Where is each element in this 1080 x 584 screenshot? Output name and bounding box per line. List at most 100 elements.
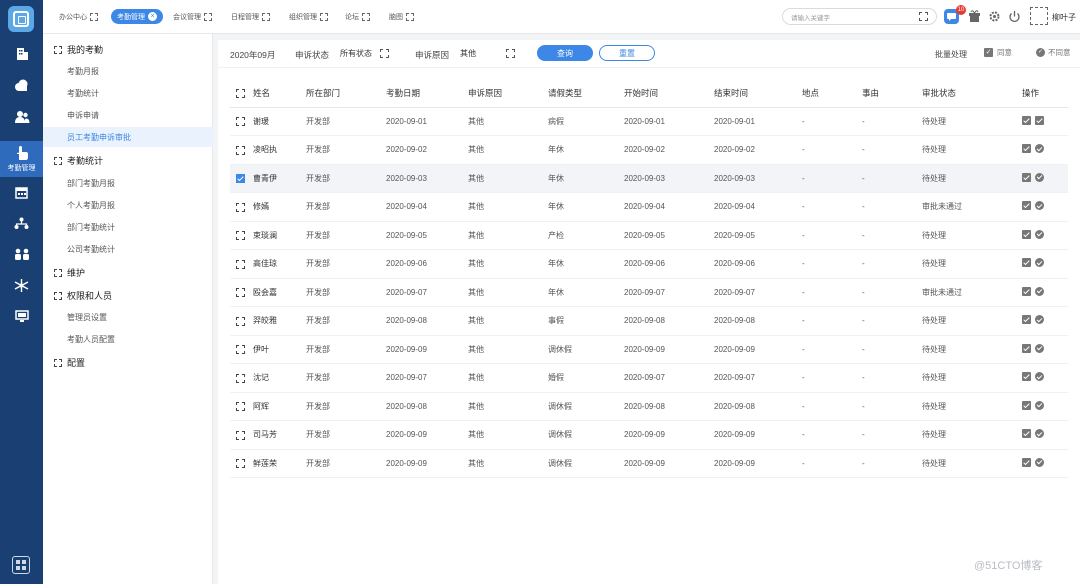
table-row[interactable]: 伊叶 开发部 2020-09-09 其他 调休假 2020-09-09 2020-09-09…	[230, 335, 1068, 364]
status-select[interactable]: 所有状态	[340, 46, 389, 61]
reject-circle-icon[interactable]	[1035, 400, 1044, 410]
batch-agree-button[interactable]: ✓ 同意	[984, 47, 1012, 58]
table-row[interactable]: 束琰澜 开发部 2020-09-05 其他 产检 2020-09-05 2020-09-05…	[230, 221, 1068, 250]
row-checkbox[interactable]	[236, 145, 245, 155]
month-picker[interactable]: 2020年09月	[230, 49, 275, 61]
approve-icon[interactable]	[1022, 115, 1031, 125]
network-icon[interactable]	[0, 270, 43, 300]
approve-icon[interactable]	[1022, 144, 1031, 154]
approve-icon[interactable]	[1022, 229, 1031, 239]
avatar[interactable]	[1030, 7, 1048, 25]
query-button[interactable]: 查询	[537, 45, 593, 61]
tab-office[interactable]: 办公中心	[53, 9, 104, 24]
search-input[interactable]: 请输入关键字	[782, 8, 937, 25]
reject-circle-icon[interactable]	[1035, 258, 1044, 268]
username[interactable]: 柳叶子	[1052, 12, 1076, 23]
sidebar-item-admin-settings[interactable]: 管理员设置	[43, 307, 213, 327]
sidebar-item-dept-stats[interactable]: 部门考勤统计	[43, 217, 213, 237]
approve-icon[interactable]	[1022, 457, 1031, 467]
building-icon[interactable]	[0, 39, 43, 69]
tab-mindmap[interactable]: 脑图	[383, 9, 420, 24]
row-checkbox[interactable]	[236, 373, 245, 383]
approve-check-icon[interactable]	[1035, 115, 1044, 125]
reject-circle-icon[interactable]	[1035, 286, 1044, 296]
approve-icon[interactable]	[1022, 201, 1031, 211]
close-icon[interactable]: ×	[148, 12, 157, 21]
table-row[interactable]: 凌昭执 开发部 2020-09-02 其他 年休 2020-09-02 2020-09-02…	[230, 135, 1068, 165]
row-checkbox[interactable]	[236, 316, 245, 326]
row-checkbox[interactable]	[236, 402, 245, 412]
sidebar-item-appeal-approval[interactable]: 员工考勤申诉审批	[43, 127, 213, 147]
row-checkbox[interactable]	[236, 259, 245, 269]
reject-circle-icon[interactable]	[1035, 229, 1044, 239]
cloud-icon[interactable]	[0, 70, 43, 100]
reject-circle-icon[interactable]	[1035, 201, 1044, 211]
tab-meeting[interactable]: 会议管理	[167, 9, 218, 24]
menu-group-my-attendance[interactable]: 我的考勤	[54, 43, 103, 56]
reject-circle-icon[interactable]	[1035, 457, 1044, 467]
approve-icon[interactable]	[1022, 172, 1031, 182]
tab-organization[interactable]: 组织管理	[283, 9, 334, 24]
approve-icon[interactable]	[1022, 429, 1031, 439]
table-row[interactable]: 修嫣 开发部 2020-09-04 其他 年休 2020-09-04 2020-09-04-…	[230, 192, 1068, 222]
table-row[interactable]: 羿皎雅 开发部 2020-09-08 其他 事假 2020-09-08 2020-09-08…	[230, 306, 1068, 336]
table-row[interactable]: 鲜莲荣 开发部 2020-09-09 其他 调休假 2020-09-09 2020-09-0…	[230, 449, 1068, 478]
approve-icon[interactable]	[1022, 286, 1031, 296]
sidebar-item-personal-monthly[interactable]: 个人考勤月报	[43, 195, 213, 215]
reject-circle-icon[interactable]	[1035, 372, 1044, 382]
calendar-icon[interactable]	[0, 177, 43, 207]
tab-attendance[interactable]: 考勤管理 ×	[111, 9, 163, 24]
reject-circle-icon[interactable]	[1035, 172, 1044, 182]
gift-icon[interactable]	[967, 9, 982, 24]
sidebar-item-appeal[interactable]: 申诉申请	[43, 105, 213, 125]
table-row[interactable]: 殴会嘉 开发部 2020-09-07 其他 年休 2020-09-07 2020-09-07…	[230, 278, 1068, 307]
batch-disagree-button[interactable]: ✓ 不同意	[1036, 47, 1071, 58]
row-checkbox[interactable]	[236, 345, 245, 355]
approve-icon[interactable]	[1022, 315, 1031, 325]
row-checkbox[interactable]	[236, 231, 245, 241]
sidebar-item-statistics[interactable]: 考勤统计	[43, 83, 213, 103]
tab-forum[interactable]: 论坛	[339, 9, 376, 24]
approve-icon[interactable]	[1022, 343, 1031, 353]
grid-menu-icon[interactable]	[12, 556, 30, 574]
menu-group-maintenance[interactable]: 维护	[54, 266, 85, 279]
sidebar-item-monthly-report[interactable]: 考勤月报	[43, 61, 213, 81]
org-chart-icon[interactable]	[0, 208, 43, 238]
rail-attendance[interactable]: 考勤管理	[0, 141, 43, 177]
row-checkbox[interactable]	[236, 117, 245, 127]
tab-schedule[interactable]: 日程管理	[225, 9, 276, 24]
row-checkbox[interactable]	[236, 288, 245, 298]
reset-button[interactable]: 重置	[599, 45, 655, 61]
select-all-checkbox[interactable]	[236, 89, 245, 98]
reject-circle-icon[interactable]	[1035, 343, 1044, 353]
app-logo[interactable]	[8, 6, 34, 32]
table-row[interactable]: 沈记 开发部 2020-09-07 其他 婚假 2020-09-07 2020-09-07-…	[230, 363, 1068, 393]
row-checkbox[interactable]	[236, 430, 245, 440]
users-icon[interactable]	[0, 101, 43, 131]
row-checkbox[interactable]	[236, 174, 245, 184]
fullscreen-icon[interactable]	[919, 12, 928, 21]
sidebar-item-staff-config[interactable]: 考勤人员配置	[43, 329, 213, 349]
table-row[interactable]: 高佳琼 开发部 2020-09-06 其他 年休 2020-09-06 2020-09-06…	[230, 249, 1068, 279]
power-icon[interactable]	[1007, 9, 1022, 24]
monitor-icon[interactable]	[0, 301, 43, 331]
reject-circle-icon[interactable]	[1035, 315, 1044, 325]
group-icon[interactable]	[0, 239, 43, 269]
reason-select[interactable]: 其他	[460, 46, 515, 61]
reject-circle-icon[interactable]	[1035, 429, 1044, 439]
sidebar-item-dept-monthly[interactable]: 部门考勤月报	[43, 173, 213, 193]
table-row[interactable]: 谢瑗 开发部 2020-09-01 其他 病假 2020-09-01 2020-09-01-…	[230, 107, 1068, 136]
menu-group-permissions[interactable]: 权限和人员	[54, 289, 112, 302]
row-checkbox[interactable]	[236, 202, 245, 212]
sidebar-item-company-stats[interactable]: 公司考勤统计	[43, 239, 213, 259]
reject-circle-icon[interactable]	[1035, 144, 1044, 154]
settings-gear-icon[interactable]	[987, 9, 1002, 24]
table-row[interactable]: 司马芳 开发部 2020-09-09 其他 调休假 2020-09-09 2020-09-0…	[230, 420, 1068, 450]
approve-icon[interactable]	[1022, 400, 1031, 410]
row-checkbox[interactable]	[236, 459, 245, 469]
table-row[interactable]: 阿辉 开发部 2020-09-08 其他 调休假 2020-09-08 2020-09-08…	[230, 392, 1068, 421]
menu-group-attendance-stats[interactable]: 考勤统计	[54, 154, 103, 167]
menu-group-config[interactable]: 配置	[54, 356, 85, 369]
approve-icon[interactable]	[1022, 258, 1031, 268]
approve-icon[interactable]	[1022, 372, 1031, 382]
